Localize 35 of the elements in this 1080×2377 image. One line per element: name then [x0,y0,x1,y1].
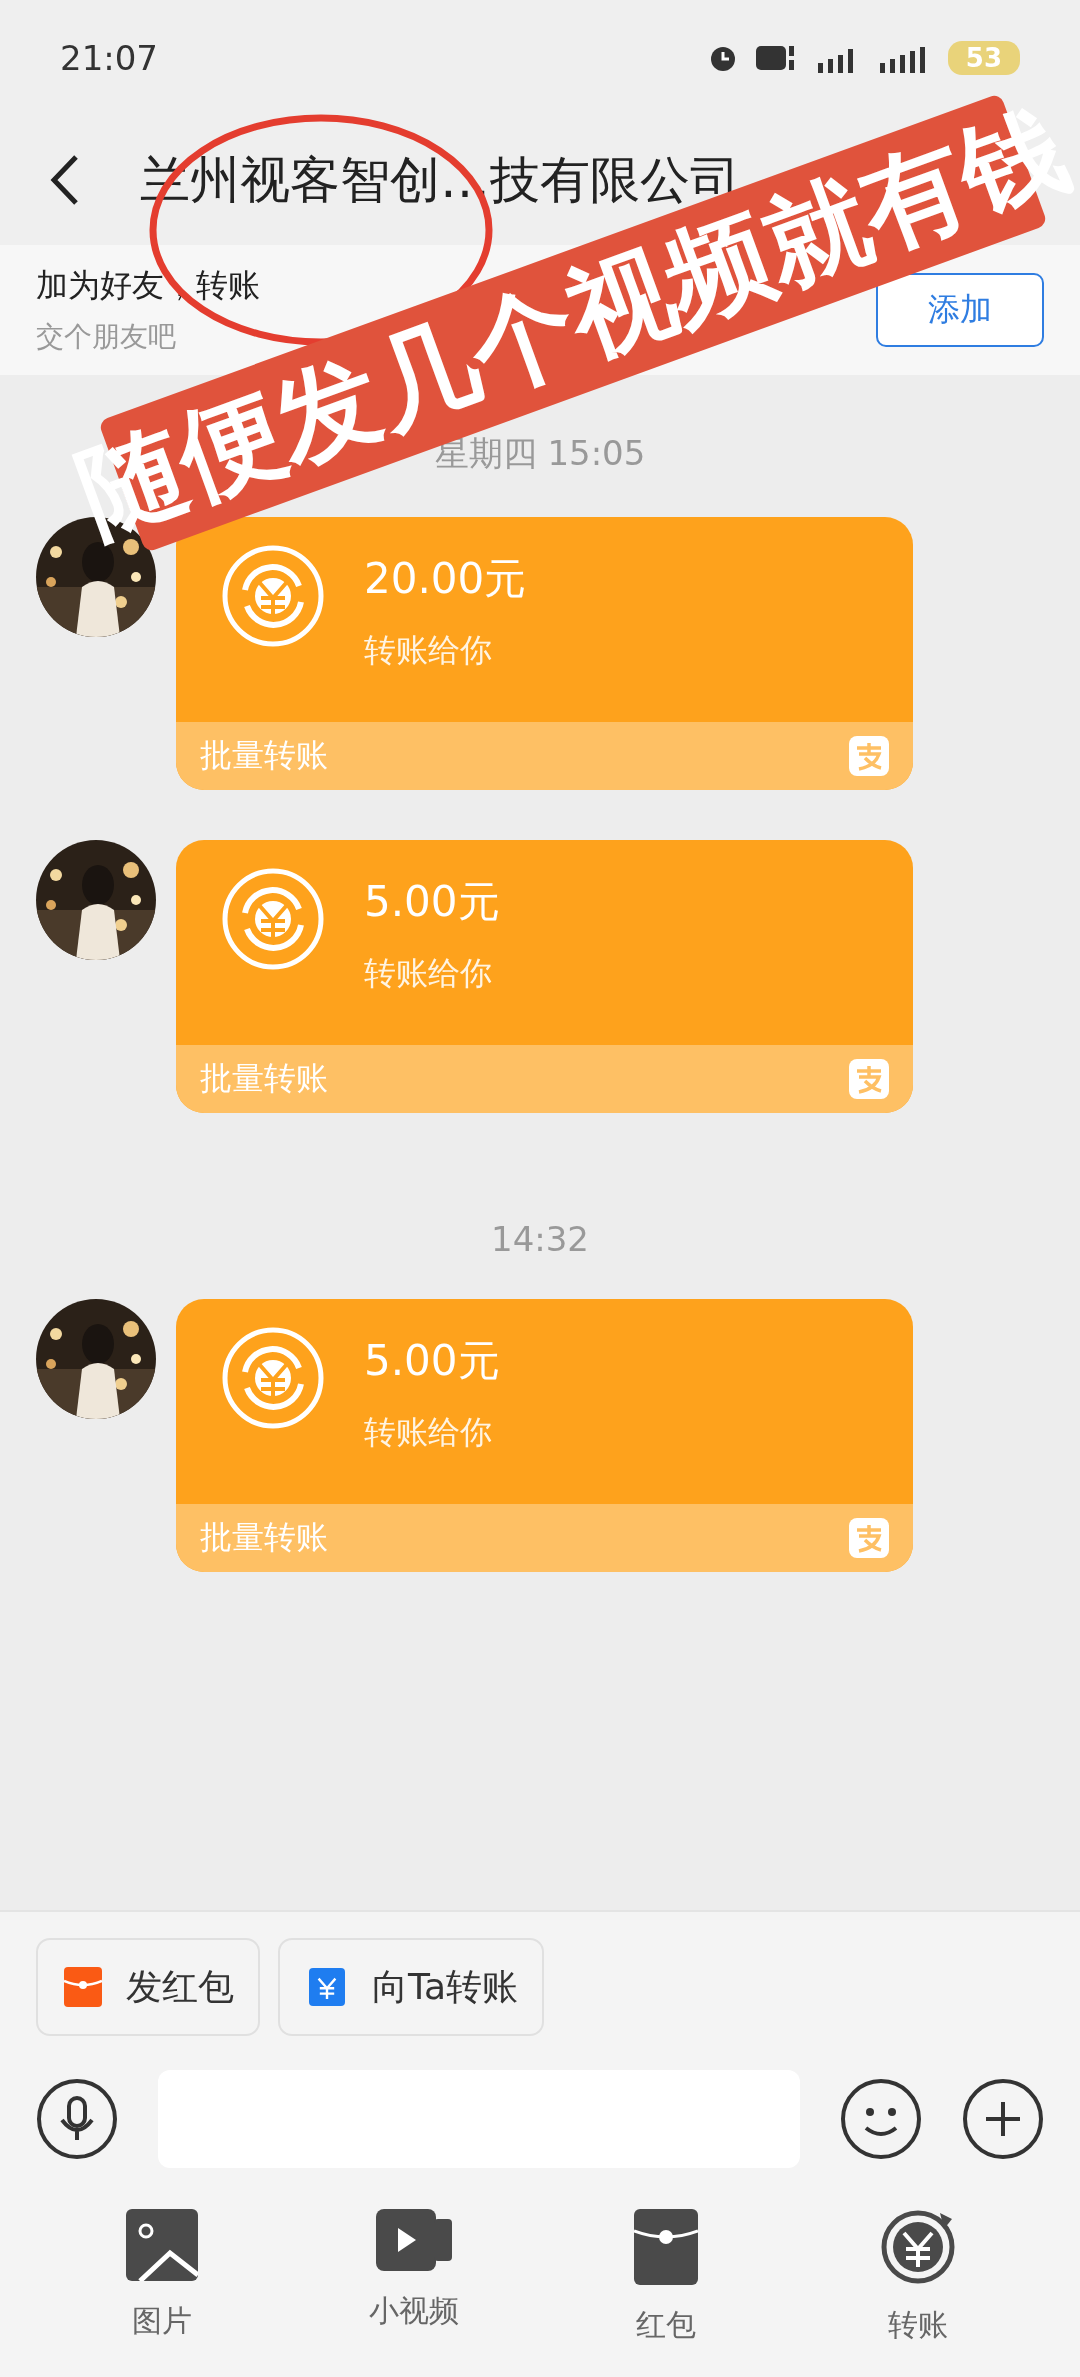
toolbar-item[interactable]: 红包 [566,2208,766,2347]
quick-action-button[interactable]: 向Ta转账 [278,1938,545,2036]
plus-button[interactable] [962,2078,1044,2160]
back-button[interactable] [50,153,80,207]
toolbar-item[interactable]: 小视频 [314,2208,514,2347]
emoji-button[interactable] [840,2078,922,2160]
transfer-type: 批量转账 [200,735,328,776]
image-icon [126,2209,198,2281]
alipay-icon [849,1518,889,1558]
transfer-type: 批量转账 [200,1058,328,1099]
add-button[interactable]: 添加 [876,273,1044,347]
transfer-note: 转账给你 [364,630,493,671]
battery-level: 53 [947,40,1020,75]
transfer-type: 批量转账 [200,1517,328,1558]
alipay-icon [849,736,889,776]
transfer-circle-icon [220,543,326,649]
transfer-note: 转账给你 [364,1412,493,1453]
video-camera-icon [376,2209,452,2271]
chat-timestamp: 14:32 [491,1219,589,1259]
voice-button[interactable] [36,2078,118,2160]
quick-action-button[interactable]: 发红包 [36,1938,260,2036]
envelope-icon [634,2209,698,2285]
toolbar-item[interactable]: 转账 [818,2208,1018,2347]
toolbar-item[interactable]: 图片 [62,2208,262,2347]
status-time: 21:07 [60,37,158,78]
transfer-card-icon [306,1967,348,2007]
transfer-circle-icon [880,2209,956,2285]
alipay-icon [849,1059,889,1099]
transfer-circle-icon [220,866,326,972]
transfer-amount: 5.00元 [364,1335,500,1387]
transfer-amount: 5.00元 [364,876,500,928]
envelope-icon [64,1967,102,2007]
transfer-circle-icon [220,1325,326,1431]
transfer-amount: 20.00元 [364,553,527,605]
transfer-note: 转账给你 [364,953,493,994]
